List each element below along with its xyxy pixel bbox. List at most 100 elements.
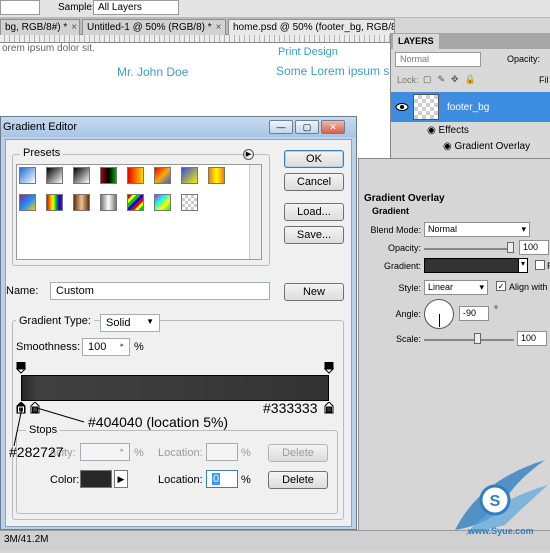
eye-icon[interactable]: ◉ (443, 141, 455, 152)
layers-panel: LAYERS Normal Opacity: Lock: ▢✎✥🔒 Fil fo… (390, 33, 550, 173)
color-location-input[interactable]: 0 (206, 470, 238, 488)
options-bar: Sample: All Layers (0, 0, 550, 18)
preset-swatch[interactable] (100, 167, 117, 184)
color-menu-arrow-icon[interactable]: ▶ (114, 470, 128, 488)
preset-swatch[interactable] (154, 194, 171, 211)
scale-slider[interactable] (424, 339, 514, 341)
gradient-overlay-heading: Gradient Overlay (364, 193, 445, 204)
sample-select[interactable]: All Layers (93, 0, 179, 15)
angle-dial[interactable] (424, 299, 454, 329)
reverse-checkbox[interactable] (535, 260, 545, 270)
close-icon[interactable]: × (71, 22, 77, 33)
color-location-label: Location: (158, 474, 203, 486)
chevron-down-icon: ▾ (521, 224, 526, 234)
chevron-down-icon[interactable]: ▾ (518, 258, 528, 273)
gradient-type-value: Solid (106, 317, 131, 329)
minimize-button[interactable]: — (269, 120, 293, 134)
gradient-editor-dialog: Gradient Editor — ▢ ✕ Presets ▶ OK Cance… (0, 116, 357, 530)
align-label: Align with (509, 282, 548, 292)
opacity-slider[interactable] (424, 248, 514, 250)
blend-mode-label: Blend Mode: (370, 225, 421, 235)
tab-label: home.psd @ 50% (footer_bg, RGB/8#) * (233, 22, 395, 33)
name-input[interactable]: Custom (50, 282, 270, 300)
scale-input[interactable]: 100 (517, 331, 547, 346)
opacity-stop-right[interactable] (323, 361, 335, 374)
gradient-type-select[interactable]: Solid ▼ (100, 314, 160, 332)
save-button[interactable]: Save... (284, 226, 344, 244)
annotation-mid-color: #404040 (location 5%) (88, 414, 229, 430)
opacity-input[interactable]: 100 (519, 240, 549, 255)
align-checkbox[interactable]: ✓ (496, 281, 506, 291)
opacity-slider-handle[interactable] (507, 242, 514, 253)
scale-label: Scale: (395, 334, 421, 344)
eye-icon[interactable] (395, 102, 409, 112)
effect-gradient-overlay[interactable]: ◉ Gradient Overlay (443, 141, 530, 152)
color-location-value: 0 (212, 473, 221, 485)
preset-swatch[interactable] (100, 194, 117, 211)
canvas-print-design: Print Design (278, 46, 338, 58)
gradient-subheading: Gradient (372, 206, 410, 216)
annotation-line-left (13, 407, 23, 447)
gradient-type-label: Gradient Type: (16, 315, 94, 327)
preset-swatch[interactable] (46, 194, 63, 211)
effect-item-label: Gradient Overlay (454, 141, 531, 152)
canvas-name-text: Mr. John Doe (117, 65, 189, 79)
maximize-button[interactable]: ▢ (295, 120, 319, 134)
angle-label: Angle: (395, 309, 421, 319)
tab-label: bg, RGB/8#) * (5, 22, 68, 33)
sample-label: Sample: (58, 2, 95, 13)
opacity-label: Opacity: (387, 243, 421, 253)
preset-swatch[interactable] (127, 194, 144, 211)
effects-label: ◉ Effects (427, 125, 469, 136)
preset-swatch[interactable] (181, 194, 198, 211)
layers-panel-header: LAYERS (391, 33, 550, 49)
canvas-some-lorem: Some Lorem ipsum s (276, 64, 390, 78)
chevron-down-icon: ▼ (146, 317, 154, 326)
dialog-title: Gradient Editor (3, 121, 77, 133)
preset-swatch[interactable] (208, 167, 225, 184)
watermark-text: www.Syue.com (468, 526, 534, 536)
options-select-left[interactable] (0, 0, 40, 15)
preset-swatch[interactable] (46, 167, 63, 184)
ok-button[interactable]: OK (284, 150, 344, 168)
preset-swatch[interactable] (73, 194, 90, 211)
layer-footer-bg[interactable]: footer_bg (391, 92, 550, 122)
preset-swatch[interactable] (127, 167, 144, 184)
layer-blend-select[interactable]: Normal (395, 52, 481, 67)
new-button[interactable]: New (284, 283, 344, 301)
tab-untitled[interactable]: Untitled-1 @ 50% (RGB/8) * × (82, 19, 226, 35)
preset-swatch[interactable] (154, 167, 171, 184)
close-icon[interactable]: × (216, 22, 222, 33)
annotation-right-color: #333333 (263, 400, 318, 416)
close-button[interactable]: ✕ (321, 120, 345, 134)
presets-menu-icon[interactable]: ▶ (243, 149, 254, 160)
presets-scrollbar[interactable] (249, 165, 261, 259)
color-label: Color: (50, 474, 80, 486)
scale-slider-handle[interactable] (474, 333, 481, 344)
svg-text:S: S (490, 493, 501, 510)
load-button[interactable]: Load... (284, 203, 344, 221)
color-delete-button[interactable]: Delete (268, 471, 328, 489)
opacity-stop-left[interactable] (15, 361, 27, 374)
chevron-right-icon[interactable]: ▸ (120, 341, 124, 349)
preset-swatch[interactable] (181, 167, 198, 184)
tab-bg[interactable]: bg, RGB/8#) * × (0, 19, 80, 35)
blend-mode-select[interactable]: Normal ▾ (424, 222, 530, 237)
angle-input[interactable]: -90 (459, 306, 489, 321)
layers-tab[interactable]: LAYERS (393, 34, 439, 49)
preset-swatch[interactable] (73, 167, 90, 184)
preset-swatch[interactable] (19, 194, 36, 211)
name-label: Name: (6, 285, 39, 297)
lock-icons[interactable]: ▢✎✥🔒 (423, 74, 482, 85)
preset-swatch[interactable] (19, 167, 36, 184)
cancel-button[interactable]: Cancel (284, 173, 344, 191)
watermark-logo: S www.Syue.com (440, 440, 550, 550)
gradient-preview[interactable] (424, 258, 528, 273)
tab-home-psd[interactable]: home.psd @ 50% (footer_bg, RGB/8#) * (228, 19, 395, 35)
layer-thumbnail (413, 94, 439, 120)
style-select[interactable]: Linear ▾ (424, 280, 488, 295)
smoothness-percent: % (134, 341, 144, 353)
stop-color-swatch[interactable] (80, 470, 112, 488)
effects-text: Effects (438, 125, 469, 136)
smoothness-input[interactable]: 100 ▸ (82, 338, 130, 356)
